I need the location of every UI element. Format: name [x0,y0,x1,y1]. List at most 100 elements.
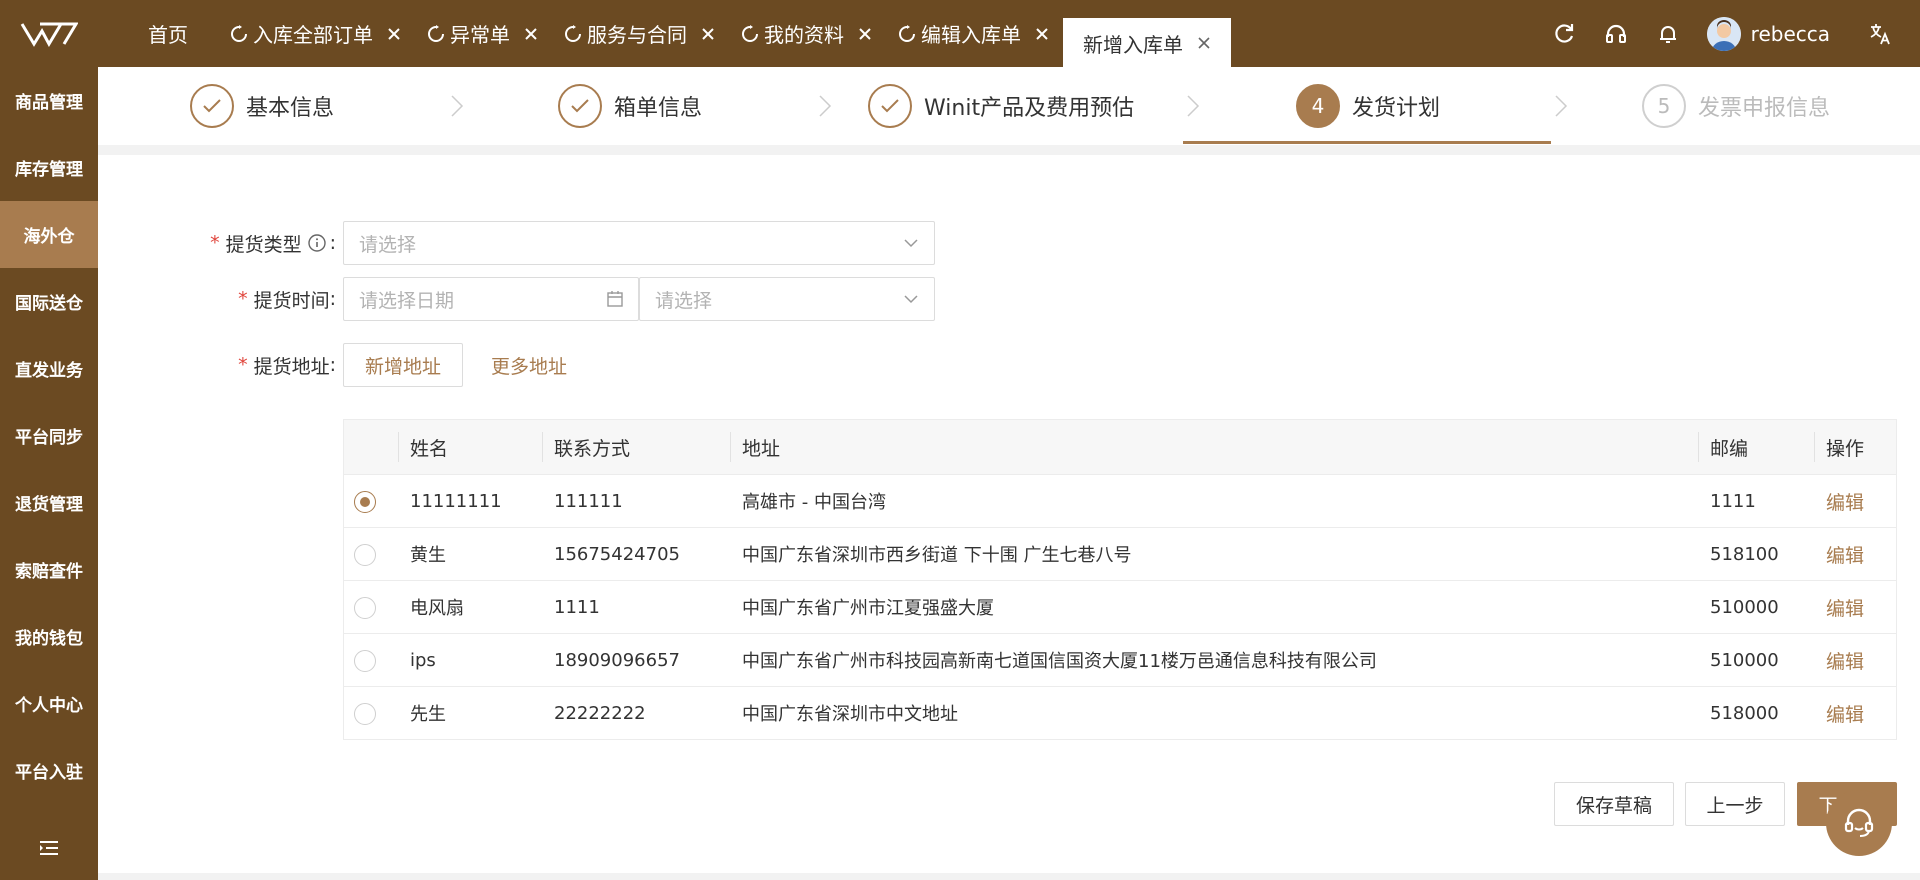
row-radio[interactable] [354,544,376,566]
check-icon [190,84,234,128]
table-row[interactable]: 先生 22222222 中国广东省深圳市中文地址 518000 编辑 [344,687,1896,740]
refresh-icon[interactable] [741,24,759,43]
cell-name: ips [410,649,436,671]
tab-label: 首页 [148,23,188,47]
cell-phone: 22222222 [554,702,646,724]
tab-my-profile[interactable]: 我的资料 [729,0,886,67]
refresh-icon[interactable] [898,24,916,43]
calendar-icon [606,290,624,308]
reload-icon[interactable] [1551,21,1577,47]
sidebar-item-international-delivery[interactable]: 国际送仓 [0,268,98,335]
sidebar-item-returns[interactable]: 退货管理 [0,469,98,536]
cell-phone: 18909096657 [554,649,680,671]
cell-zip: 510000 [1710,649,1779,671]
row-radio[interactable] [354,491,376,513]
step-label: 箱单信息 [614,96,703,121]
chevron-right-icon [818,94,832,118]
tab-all-inbound-orders[interactable]: 入库全部订单 [218,0,415,67]
edit-link[interactable]: 编辑 [1826,528,1864,580]
pickup-time-slot-select[interactable]: 请选择 [639,277,935,321]
pickup-date-picker[interactable]: 请选择日期 [343,277,639,321]
bell-icon[interactable] [1655,21,1681,47]
sidebar-item-platform-sync[interactable]: 平台同步 [0,402,98,469]
refresh-icon[interactable] [230,24,248,43]
edit-link[interactable]: 编辑 [1826,475,1864,527]
close-icon[interactable] [387,27,401,41]
tab-label: 异常单 [450,23,510,47]
top-right-tools: rebecca [1551,0,1920,67]
edit-link[interactable]: 编辑 [1826,687,1864,739]
sidebar: 商品管理 库存管理 海外仓 国际送仓 直发业务 平台同步 退货管理 索赔查件 我… [0,67,98,880]
sidebar-item-label: 平台同步 [15,428,83,448]
sidebar-item-personal-center[interactable]: 个人中心 [0,670,98,737]
pickup-type-select[interactable]: 请选择 [343,221,935,265]
table-row[interactable]: 11111111 111111 高雄市 - 中国台湾 1111 编辑 [344,475,1896,528]
step-label: 发票申报信息 [1698,96,1831,121]
info-icon[interactable] [307,234,326,252]
sidebar-item-label: 个人中心 [15,696,83,716]
translate-icon[interactable] [1868,21,1894,47]
active-step-underline [1183,141,1551,144]
edit-link[interactable]: 编辑 [1826,634,1864,686]
cell-address: 高雄市 - 中国台湾 [742,492,886,513]
cell-name: 电风扇 [410,598,464,619]
sidebar-item-platform-onboarding[interactable]: 平台入驻 [0,737,98,804]
close-icon[interactable] [1035,27,1049,41]
refresh-icon[interactable] [564,24,582,43]
edit-link[interactable]: 编辑 [1826,581,1864,633]
sidebar-item-wallet[interactable]: 我的钱包 [0,603,98,670]
tab-services-contracts[interactable]: 服务与合同 [552,0,729,67]
row-radio[interactable] [354,650,376,672]
sidebar-item-claims[interactable]: 索赔查件 [0,536,98,603]
step-number: 5 [1642,84,1686,128]
menu-collapse-icon[interactable] [0,816,98,880]
cell-zip: 1111 [1710,490,1756,512]
row-radio[interactable] [354,597,376,619]
tab-new-inbound[interactable]: 新增入库单 [1063,18,1231,68]
row-radio[interactable] [354,703,376,725]
table-row[interactable]: ips 18909096657 中国广东省广州市科技园高新南七道国信国资大厦11… [344,634,1896,687]
tab-label: 我的资料 [764,23,844,47]
column-header-zip: 邮编 [1698,420,1814,474]
refresh-icon[interactable] [427,24,445,43]
cell-address: 中国广东省深圳市西乡街道 下十围 广生七巷八号 [742,545,1132,566]
table-header-row: 姓名 联系方式 地址 邮编 操作 [344,420,1896,475]
sidebar-item-inventory[interactable]: 库存管理 [0,134,98,201]
table-row[interactable]: 电风扇 1111 中国广东省广州市江夏强盛大厦 510000 编辑 [344,581,1896,634]
step-indicator: 基本信息 箱单信息 Winit产品及费用预估 4 发货计划 5 发票申报信息 [98,67,1920,145]
close-icon[interactable] [1197,36,1211,50]
sidebar-item-label: 直发业务 [15,361,83,381]
headset-icon[interactable] [1603,21,1629,47]
step-winit-product-fee[interactable]: Winit产品及费用预估 [868,67,1134,145]
step-shipping-plan[interactable]: 4 发货计划 [1296,67,1440,145]
column-header-name: 姓名 [398,420,542,474]
close-icon[interactable] [858,27,872,41]
add-address-button[interactable]: 新增地址 [343,343,463,387]
cell-address: 中国广东省深圳市中文地址 [742,704,958,725]
sidebar-item-overseas-warehouse[interactable]: 海外仓 [0,201,98,268]
chevron-right-icon [1554,94,1568,118]
tab-edit-inbound[interactable]: 编辑入库单 [886,0,1063,67]
sidebar-item-label: 索赔查件 [15,562,83,582]
save-draft-button[interactable]: 保存草稿 [1554,782,1674,826]
tab-exceptions[interactable]: 异常单 [415,0,552,67]
support-icon[interactable] [1826,790,1892,856]
sidebar-item-direct-shipping[interactable]: 直发业务 [0,335,98,402]
cell-name: 黄生 [410,545,446,566]
sidebar-item-products[interactable]: 商品管理 [0,67,98,134]
cell-zip: 510000 [1710,596,1779,618]
tab-home[interactable]: 首页 [118,0,218,67]
logo-icon[interactable] [0,0,98,67]
step-basic-info[interactable]: 基本信息 [190,67,334,145]
table-row[interactable]: 黄生 15675424705 中国广东省深圳市西乡街道 下十围 广生七巷八号 5… [344,528,1896,581]
avatar[interactable] [1706,16,1741,51]
username[interactable]: rebecca [1751,22,1830,46]
previous-step-button[interactable]: 上一步 [1685,782,1785,826]
tab-label: 入库全部订单 [253,23,373,47]
step-packing-info[interactable]: 箱单信息 [558,67,702,145]
close-icon[interactable] [701,27,715,41]
chevron-right-icon [1186,94,1200,118]
more-addresses-link[interactable]: 更多地址 [482,343,576,387]
step-invoice-declaration[interactable]: 5 发票申报信息 [1642,67,1830,145]
close-icon[interactable] [524,27,538,41]
